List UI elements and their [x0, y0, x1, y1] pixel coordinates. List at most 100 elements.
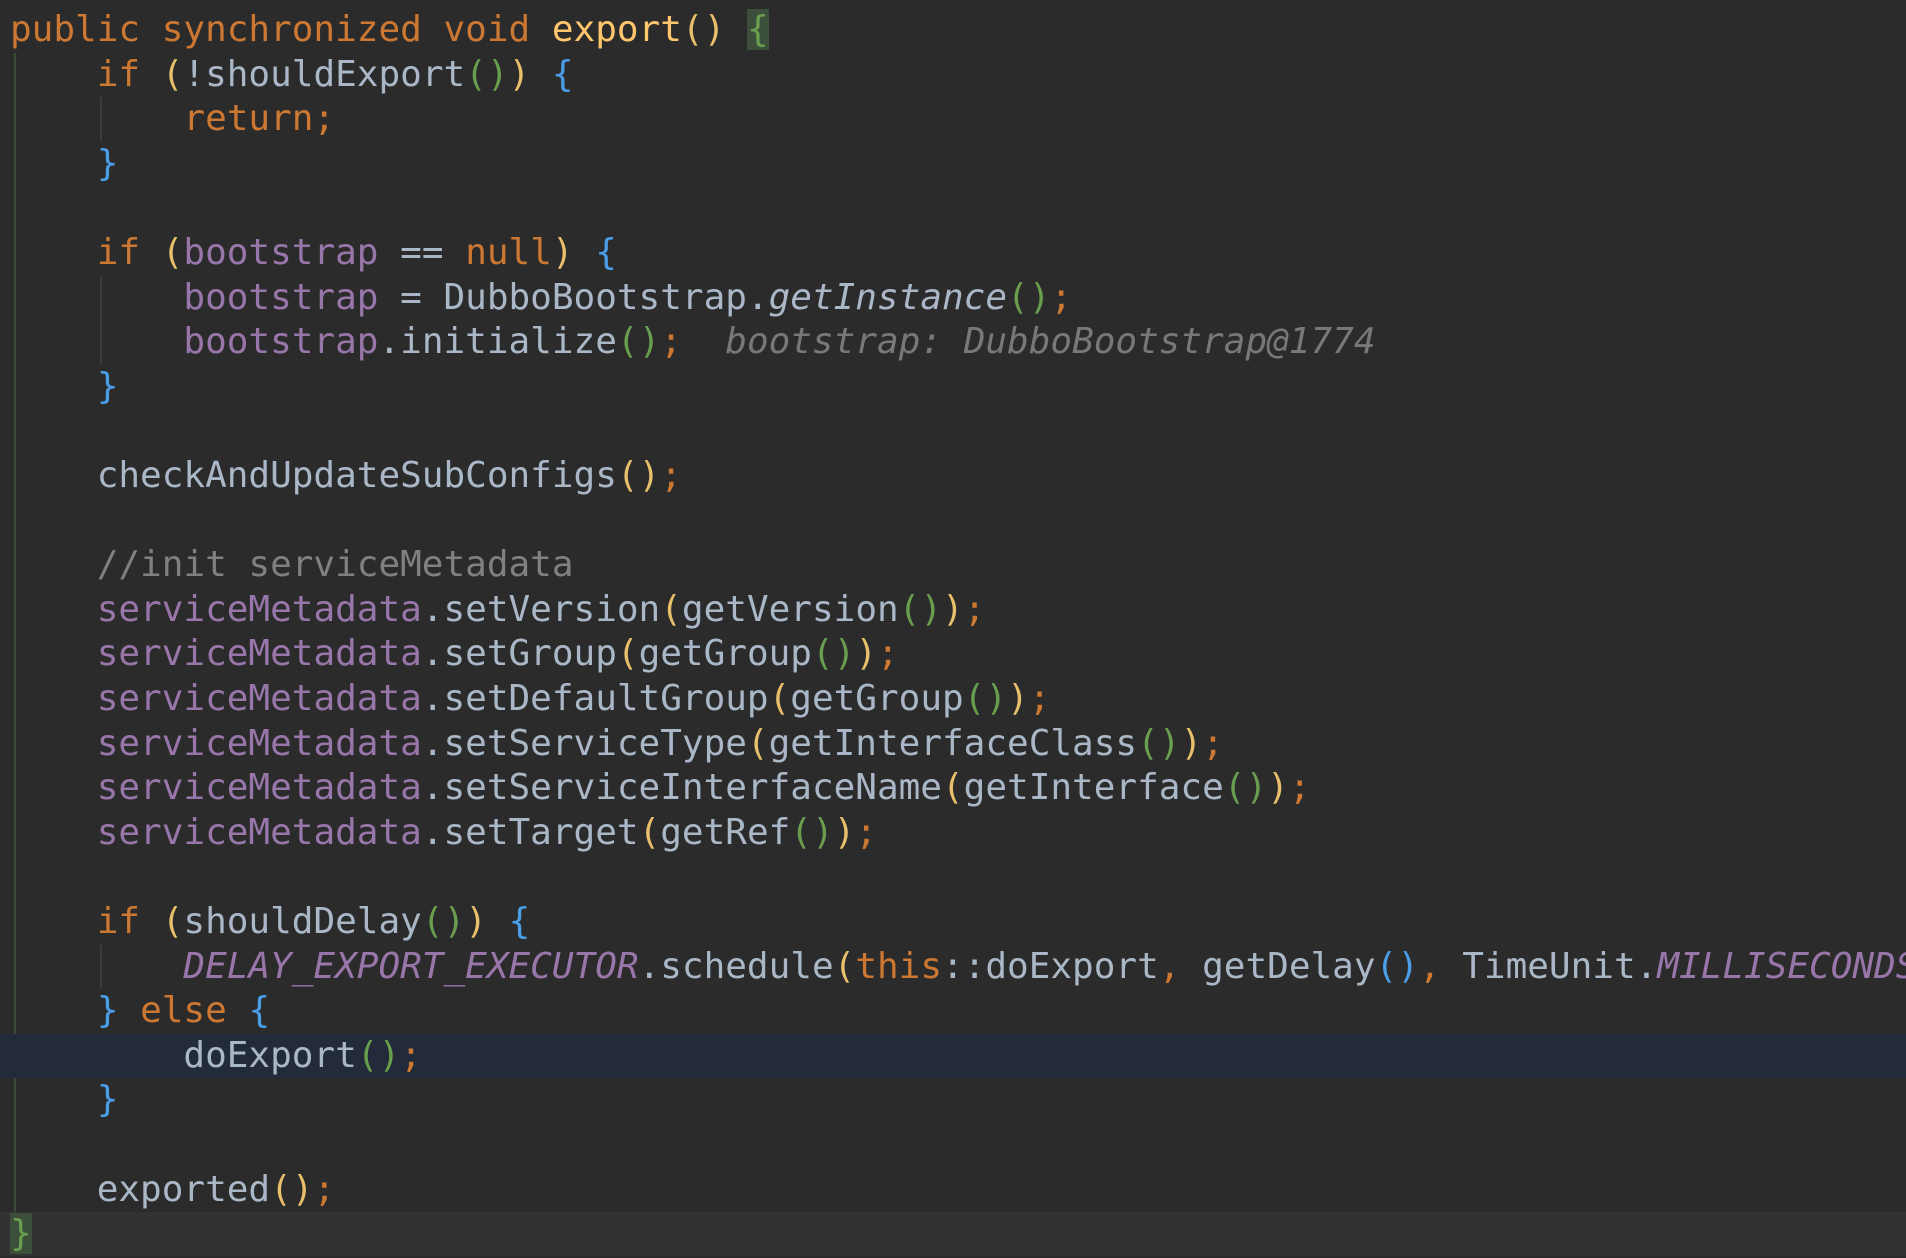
code-line[interactable]	[0, 499, 1906, 543]
code-line[interactable]: return;	[0, 97, 1906, 141]
code-token: MILLISECONDS	[1657, 945, 1906, 987]
code-token: ==	[378, 232, 466, 273]
code-token: ;	[1028, 678, 1051, 719]
code-line[interactable]: if (shouldDelay()) {	[0, 900, 1906, 944]
code-token: ()	[1137, 722, 1181, 764]
code-line[interactable]	[0, 186, 1906, 230]
code-token: {	[595, 232, 617, 273]
code-token: ()	[1375, 945, 1419, 987]
code-token: {	[508, 901, 531, 942]
code-token: public synchronized void	[10, 9, 552, 50]
code-token: ;	[877, 633, 899, 675]
code-line[interactable]: serviceMetadata.setDefaultGroup(getGroup…	[0, 677, 1906, 721]
code-token: )	[465, 901, 487, 942]
code-token: {	[551, 53, 574, 95]
code-line[interactable]: checkAndUpdateSubConfigs();	[0, 454, 1906, 498]
code-line[interactable]: bootstrap.initialize(); bootstrap: Dubbo…	[0, 320, 1906, 364]
code-token: this	[855, 945, 943, 987]
code-token: }	[96, 1079, 119, 1121]
code-line[interactable]: doExport();	[0, 1033, 1906, 1078]
code-token: }	[10, 1213, 32, 1255]
code-token: (	[161, 232, 184, 273]
code-token: else	[118, 990, 249, 1032]
code-token: .setServiceInterfaceName	[421, 767, 942, 809]
code-token: ()	[465, 53, 509, 95]
code-editor[interactable]: public synchronized void export() { if (…	[0, 0, 1906, 1258]
code-token: .setGroup	[421, 633, 617, 675]
code-line[interactable]: //init serviceMetadata	[0, 543, 1906, 587]
code-line[interactable]: serviceMetadata.setTarget(getRef());	[0, 811, 1906, 855]
code-token: checkAndUpdateSubConfigs	[10, 455, 617, 496]
code-line[interactable]: }	[0, 365, 1906, 409]
code-line[interactable]	[0, 1123, 1906, 1167]
code-line[interactable]: bootstrap = DubboBootstrap.getInstance()…	[0, 276, 1906, 320]
code-token: }	[96, 990, 119, 1032]
code-line[interactable]: serviceMetadata.setVersion(getVersion())…	[0, 588, 1906, 632]
code-token: ()	[270, 1168, 314, 1210]
code-token: (	[768, 678, 791, 719]
code-line[interactable]	[0, 409, 1906, 453]
code-token: serviceMetadata	[96, 722, 422, 764]
code-token: ;	[855, 811, 878, 853]
code-line[interactable]: serviceMetadata.setServiceType(getInterf…	[0, 722, 1906, 766]
code-token: serviceMetadata	[96, 588, 422, 630]
code-line[interactable]: }	[0, 142, 1906, 186]
code-token: {	[746, 9, 769, 50]
code-line[interactable]: if (!shouldExport()) {	[0, 53, 1906, 97]
code-line[interactable]: exported();	[0, 1168, 1906, 1212]
code-token: )	[1007, 678, 1029, 719]
code-line[interactable]: } else {	[0, 989, 1906, 1033]
code-token: bootstrap	[183, 276, 379, 318]
code-token: )	[942, 588, 964, 630]
code-token: !shouldExport	[183, 53, 466, 95]
code-token: ;	[963, 588, 986, 630]
code-line[interactable]: public synchronized void export() {	[0, 8, 1906, 52]
code-token: getGroup	[638, 633, 812, 675]
code-line[interactable]: }	[0, 1078, 1906, 1122]
code-token: getInstance	[768, 276, 1008, 318]
code-line[interactable]: if (bootstrap == null) {	[0, 231, 1906, 275]
code-token: getInterface	[963, 767, 1224, 809]
code-token: (	[616, 633, 639, 675]
code-token: )	[1267, 767, 1289, 809]
code-token: return;	[10, 98, 336, 140]
code-token: exported	[10, 1168, 271, 1210]
code-token: ::doExport	[942, 945, 1159, 987]
code-token: serviceMetadata	[96, 767, 422, 809]
code-token: //init serviceMetadata	[10, 544, 574, 586]
code-token: shouldDelay	[183, 901, 422, 942]
code-token: )	[855, 633, 878, 675]
code-token: TimeUnit.	[1462, 945, 1658, 987]
code-token: export	[551, 9, 682, 50]
code-line[interactable]: }	[0, 1212, 1906, 1257]
code-token: ;	[400, 1034, 422, 1076]
code-token: ()	[1223, 767, 1268, 809]
code-token: = DubboBootstrap.	[378, 276, 769, 318]
code-line[interactable]	[0, 855, 1906, 899]
code-token: ;	[313, 1168, 336, 1210]
code-line[interactable]: serviceMetadata.setGroup(getGroup());	[0, 632, 1906, 676]
code-token: )	[508, 53, 531, 95]
code-token: null	[465, 232, 552, 273]
code-token: ()	[898, 588, 943, 630]
code-token: getInterfaceClass	[768, 722, 1138, 764]
code-line[interactable]: serviceMetadata.setServiceInterfaceName (…	[0, 766, 1906, 810]
code-line[interactable]: DELAY_EXPORT_EXECUTOR.schedule(this::doE…	[0, 945, 1906, 989]
code-token: (	[638, 811, 661, 853]
code-token: .setDefaultGroup	[421, 678, 769, 719]
code-token: ()	[1007, 276, 1051, 318]
code-token: (	[161, 53, 184, 95]
